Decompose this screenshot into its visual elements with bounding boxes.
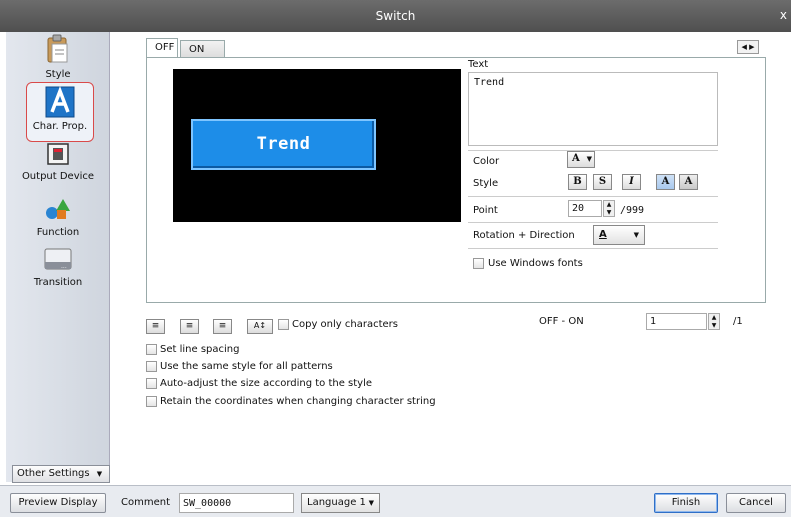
same-style-checkbox[interactable] [146,361,157,372]
font-a-outline-icon: A [684,176,693,187]
comment-label: Comment [121,497,170,508]
sidebar-item-label: Style [45,69,71,80]
sidebar-item-char-prop[interactable]: Char. Prop. [26,82,94,142]
sidebar-item-function[interactable]: Function [6,196,110,238]
shadow-icon: S [598,176,607,187]
shapes-icon [46,199,70,219]
divider [468,196,718,197]
text-direction-icon: A [599,229,607,240]
preview-switch-button: Trend [191,119,376,170]
sidebar-item-label: Function [36,227,80,238]
chevron-down-icon: ▼ [586,154,592,163]
sidebar: Style Char. Prop. Output Device Function… [6,32,110,482]
svg-text:...: ... [61,263,67,270]
preview-display-button[interactable]: Preview Display [10,493,106,513]
copy-only-characters-label: Copy only characters [292,319,398,330]
point-label: Point [473,205,498,216]
same-style-label: Use the same style for all patterns [160,361,333,372]
font-a-icon: A [661,176,670,187]
rotation-dropdown[interactable]: A ▼ [593,225,645,245]
align-left-icon: ≡ [151,321,160,331]
color-label: Color [473,156,500,167]
align-center-button[interactable]: ≡ [180,319,199,334]
chevron-right-icon[interactable]: ▶ [749,43,754,51]
font-button-1[interactable]: A [656,174,675,190]
finish-button[interactable]: Finish [654,493,718,513]
divider [468,248,718,249]
screen-icon: ... [44,248,72,270]
clipboard-icon [47,34,68,63]
other-settings-dropdown[interactable]: Other Settings ▼ [12,465,110,483]
align-center-icon: ≡ [185,321,194,331]
font-color-icon: A [572,153,580,164]
sidebar-item-label: Transition [33,277,83,288]
close-icon[interactable]: x [780,8,787,22]
tab-on[interactable]: ON [180,40,225,58]
other-settings-label: Other Settings [17,468,90,479]
align-right-icon: ≡ [218,321,227,331]
chevron-down-icon: ▼ [368,499,374,507]
sidebar-item-transition[interactable]: ... Transition [6,246,110,288]
chevron-down-icon: ▼ [633,231,639,239]
off-on-input[interactable]: 1 [646,313,707,330]
retain-coordinates-label: Retain the coordinates when changing cha… [160,396,436,407]
sidebar-item-label: Char. Prop. [32,121,88,132]
letter-a-icon [45,86,75,118]
language-dropdown[interactable]: Language 1 ▼ [301,493,380,513]
align-right-button[interactable]: ≡ [213,319,232,334]
use-windows-fonts-checkbox[interactable] [473,258,484,269]
shadow-button[interactable]: S [593,174,612,190]
char-spacing-button[interactable]: A↕ [247,319,273,334]
char-spacing-icon: A↕ [253,321,267,330]
set-line-spacing-label: Set line spacing [160,344,240,355]
rotation-label: Rotation + Direction [473,230,575,241]
point-spinner[interactable]: ▲ ▼ [603,200,615,217]
spin-up-icon[interactable]: ▲ [712,314,717,321]
output-device-icon [47,143,69,165]
bold-button[interactable]: B [568,174,587,190]
cancel-button[interactable]: Cancel [726,493,786,513]
sidebar-item-label: Output Device [21,171,95,182]
sidebar-item-style[interactable]: Style [6,32,110,80]
align-left-button[interactable]: ≡ [146,319,165,334]
spin-up-icon[interactable]: ▲ [607,201,612,208]
off-on-max: /1 [733,316,743,327]
bottom-bar: Preview Display Comment SW_00000 Languag… [0,485,791,517]
comment-input[interactable]: SW_00000 [179,493,294,513]
text-label: Text [468,59,489,70]
tab-label: OFF [155,42,175,53]
use-windows-fonts-label: Use Windows fonts [488,258,583,269]
language-value: Language 1 [307,497,366,508]
bold-icon: B [573,176,582,187]
spin-down-icon[interactable]: ▼ [712,322,717,329]
italic-button[interactable]: I [622,174,641,190]
off-on-label: OFF - ON [539,316,584,327]
chevron-down-icon: ▼ [96,470,103,478]
retain-coordinates-checkbox[interactable] [146,396,157,407]
italic-icon: I [629,176,634,187]
spin-down-icon[interactable]: ▼ [607,209,612,216]
title-bar: Switch x [0,0,791,32]
auto-adjust-checkbox[interactable] [146,378,157,389]
pattern-nav-arrows[interactable]: ◀ ▶ [737,40,759,54]
tab-label: ON [189,44,205,55]
font-button-2[interactable]: A [679,174,698,190]
tab-off[interactable]: OFF [146,38,178,58]
point-max: /999 [620,205,645,216]
auto-adjust-label: Auto-adjust the size according to the st… [160,378,373,389]
set-line-spacing-checkbox[interactable] [146,344,157,355]
text-input[interactable]: Trend [468,72,718,146]
off-on-spinner[interactable]: ▲ ▼ [708,313,720,330]
point-input[interactable]: 20 [568,200,602,217]
color-picker[interactable]: A ▼ [567,151,595,168]
sidebar-item-output-device[interactable]: Output Device [6,142,110,182]
window-title: Switch [375,9,416,23]
divider [468,222,718,223]
copy-only-characters-checkbox[interactable] [278,319,289,330]
style-label: Style [473,178,499,189]
chevron-left-icon[interactable]: ◀ [741,43,746,51]
